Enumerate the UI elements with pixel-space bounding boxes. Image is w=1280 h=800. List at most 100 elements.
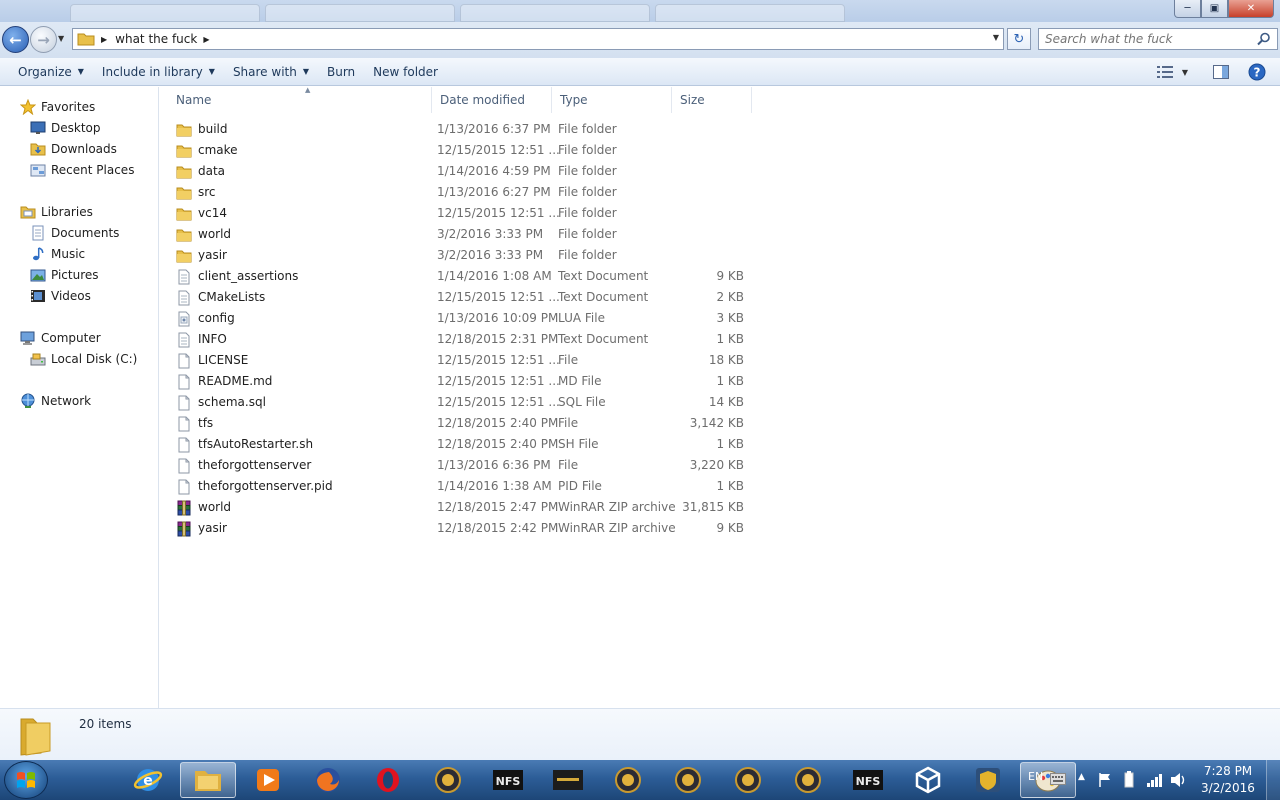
nav-documents-label: Documents [51,226,120,240]
file-name: world [198,500,232,514]
burn-button[interactable]: Burn [318,60,364,84]
address-dropdown-icon[interactable]: ▼ [993,33,999,42]
show-hidden-icons-arrow[interactable]: ▲ [1078,772,1085,782]
help-icon: ? [1248,63,1266,81]
file-row[interactable]: world 12/18/2015 2:47 PM WinRAR ZIP archiv… [176,497,756,518]
file-row[interactable]: yasir 3/2/2016 3:33 PM File folder [176,245,756,266]
action-center-flag-icon[interactable] [1098,772,1112,788]
taskbar-app-button[interactable] [660,762,716,798]
refresh-icon: ↻ [1013,31,1025,47]
file-name: INFO [198,332,227,346]
view-options-dropdown[interactable]: ▼ [1178,61,1192,83]
file-icon [176,395,198,411]
file-row[interactable]: CMakeLists 12/15/2015 12:51 ... Text Docum… [176,287,756,308]
file-row[interactable]: client_assertions 1/14/2016 1:08 AM Text D… [176,266,756,287]
taskbar-app-button[interactable] [600,762,656,798]
volume-icon[interactable] [1170,772,1188,788]
new-folder-button[interactable]: New folder [364,60,447,84]
nav-local-disk[interactable]: Local Disk (C:) [30,349,137,369]
file-row[interactable]: config 1/13/2016 10:09 PM LUA File 3 KB [176,308,756,329]
show-desktop-button[interactable] [1266,760,1280,800]
file-type: MD File [558,374,602,388]
taskbar-app-button[interactable]: NFS [480,762,536,798]
search-icon[interactable] [1257,32,1271,46]
file-row[interactable]: README.md 12/15/2015 12:51 ... MD File 1 KB [176,371,756,392]
organize-menu[interactable]: Organize ▼ [9,60,93,84]
column-header-date[interactable]: Date modified [432,87,552,113]
game-app-icon [433,765,463,795]
file-row[interactable]: data 1/14/2016 4:59 PM File folder [176,161,756,182]
forward-button[interactable]: → [30,26,57,53]
file-row[interactable]: schema.sql 12/15/2015 12:51 ... SQL File 14… [176,392,756,413]
file-row[interactable]: src 1/13/2016 6:27 PM File folder [176,182,756,203]
file-date: 12/18/2015 2:40 PM [437,437,559,451]
taskbar-app-button[interactable] [720,762,776,798]
search-input[interactable] [1045,32,1245,46]
file-row[interactable]: LICENSE 12/15/2015 12:51 ... File 18 KB [176,350,756,371]
nav-libraries[interactable]: Libraries [20,202,93,222]
help-button[interactable]: ? [1244,61,1270,83]
file-row[interactable]: world 3/2/2016 3:33 PM File folder [176,224,756,245]
recent-pages-dropdown[interactable]: ▼ [58,34,64,43]
nav-pictures-label: Pictures [51,268,99,282]
file-type: File folder [558,206,617,220]
column-header-size[interactable]: Size [672,87,752,113]
file-row[interactable]: theforgottenserver.pid 1/14/2016 1:38 AM P… [176,476,756,497]
file-row[interactable]: theforgottenserver 1/13/2016 6:36 PM File 3… [176,455,756,476]
change-view-button[interactable] [1152,61,1178,83]
file-date: 12/18/2015 2:42 PM [437,521,559,535]
refresh-button[interactable]: ↻ [1007,28,1031,50]
clock[interactable]: 7:28 PM 3/2/2016 [1193,763,1263,797]
file-type: WinRAR ZIP archive [558,500,676,514]
taskbar-app-button[interactable] [420,762,476,798]
minimize-button[interactable]: ─ [1174,0,1201,18]
nav-computer[interactable]: Computer [20,328,101,348]
taskbar-app-button[interactable] [540,762,596,798]
taskbar-app-button[interactable] [240,762,296,798]
shield-app-icon [973,765,1003,795]
preview-pane-button[interactable] [1208,61,1234,83]
column-header-name[interactable]: Name ▲ [168,86,432,113]
include-in-library-menu[interactable]: Include in library ▼ [93,60,224,84]
nav-videos[interactable]: Videos [30,286,91,306]
close-button[interactable]: ✕ [1228,0,1274,18]
column-header-type[interactable]: Type [552,87,672,113]
taskbar-app-button[interactable] [960,762,1016,798]
file-row[interactable]: build 1/13/2016 6:37 PM File folder [176,119,756,140]
file-row[interactable]: yasir 12/18/2015 2:42 PM WinRAR ZIP archiv… [176,518,756,539]
file-row[interactable]: cmake 12/15/2015 12:51 ... File folder [176,140,756,161]
back-button[interactable]: ← [2,26,29,53]
keyboard-icon[interactable] [1050,773,1066,785]
file-row[interactable]: INFO 12/18/2015 2:31 PM Text Document 1 KB [176,329,756,350]
nav-pictures[interactable]: Pictures [30,265,99,285]
address-bar[interactable]: ▶ what the fuck ▶ ▼ [72,28,1004,50]
chevron-right-icon[interactable]: ▶ [101,35,107,44]
nav-favorites[interactable]: Favorites [20,97,95,117]
breadcrumb-current[interactable]: what the fuck [115,32,197,46]
file-type: Text Document [558,332,649,346]
taskbar-app-button[interactable] [900,762,956,798]
search-box[interactable] [1038,28,1278,50]
power-plug-icon[interactable] [1122,771,1136,789]
start-button[interactable] [4,761,48,799]
share-with-menu[interactable]: Share with ▼ [224,60,318,84]
network-signal-icon[interactable] [1146,772,1164,788]
taskbar-app-button[interactable] [300,762,356,798]
nav-documents[interactable]: Documents [30,223,119,243]
file-row[interactable]: vc14 12/15/2015 12:51 ... File folder [176,203,756,224]
taskbar-app-button[interactable] [180,762,236,798]
taskbar-app-button[interactable]: NFS [840,762,896,798]
maximize-button[interactable]: ▣ [1201,0,1228,18]
nav-desktop[interactable]: Desktop [30,118,101,138]
file-row[interactable]: tfs 12/18/2015 2:40 PM File 3,142 KB [176,413,756,434]
nav-downloads[interactable]: Downloads [30,139,117,159]
taskbar-app-button[interactable] [780,762,836,798]
taskbar-app-button[interactable]: e [120,762,176,798]
file-row[interactable]: tfsAutoRestarter.sh 12/18/2015 2:40 PM SH … [176,434,756,455]
nav-music[interactable]: Music [30,244,85,264]
taskbar-app-button[interactable] [360,762,416,798]
nav-network[interactable]: Network [20,391,91,411]
nav-recent-places[interactable]: Recent Places [30,160,134,180]
input-language[interactable]: EN [1028,770,1043,783]
chevron-right-icon[interactable]: ▶ [203,35,209,44]
